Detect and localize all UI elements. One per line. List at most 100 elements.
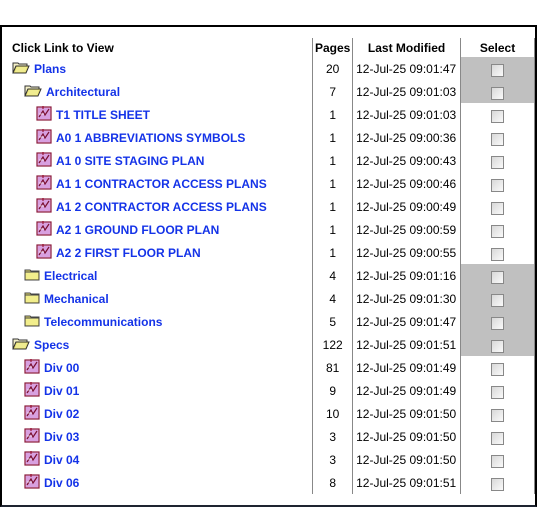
document-row: Div 04 3 12-Jul-25 09:01:50 (10, 448, 535, 471)
last-modified-cell: 12-Jul-25 09:01:03 (352, 80, 461, 103)
name-cell: Plans (10, 57, 313, 80)
pdf-file-icon (24, 381, 40, 400)
document-link[interactable]: Div 04 (44, 453, 79, 467)
select-cell (460, 172, 535, 195)
name-cell: Architectural (10, 80, 313, 103)
pdf-file-icon (36, 151, 52, 170)
select-checkbox[interactable] (491, 179, 504, 192)
document-link[interactable]: A0 1 ABBREVIATIONS SYMBOLS (56, 131, 245, 145)
select-cell (460, 241, 535, 264)
select-checkbox[interactable] (491, 455, 504, 468)
select-checkbox[interactable] (491, 363, 504, 376)
select-cell (460, 264, 535, 287)
select-cell (460, 379, 535, 402)
pdf-file-icon (36, 105, 52, 124)
name-cell: Div 01 (10, 379, 313, 402)
pages-cell: 20 (312, 57, 353, 80)
pages-cell: 1 (312, 195, 353, 218)
document-link[interactable]: A2 2 FIRST FLOOR PLAN (56, 246, 201, 260)
document-row: T1 TITLE SHEET 1 12-Jul-25 09:01:03 (10, 103, 535, 126)
pages-cell: 9 (312, 379, 353, 402)
document-link[interactable]: T1 TITLE SHEET (56, 108, 150, 122)
document-link[interactable]: Div 01 (44, 384, 79, 398)
pages-cell: 1 (312, 241, 353, 264)
select-checkbox[interactable] (491, 87, 504, 100)
header-row: Click Link to View Pages Last Modified S… (10, 38, 535, 57)
document-row: A0 1 ABBREVIATIONS SYMBOLS 1 12-Jul-25 0… (10, 126, 535, 149)
document-row: Div 03 3 12-Jul-25 09:01:50 (10, 425, 535, 448)
document-row: Div 01 9 12-Jul-25 09:01:49 (10, 379, 535, 402)
pages-cell: 1 (312, 149, 353, 172)
pdf-file-icon (36, 220, 52, 239)
folder-link[interactable]: Specs (34, 338, 69, 352)
folder-link[interactable]: Plans (34, 62, 66, 76)
select-checkbox[interactable] (491, 294, 504, 307)
select-cell (460, 425, 535, 448)
select-checkbox[interactable] (491, 340, 504, 353)
pages-cell: 3 (312, 448, 353, 471)
open-folder-icon (12, 61, 30, 77)
select-cell (460, 195, 535, 218)
folder-row: Mechanical 4 12-Jul-25 09:01:30 (10, 287, 535, 310)
document-row: Div 06 8 12-Jul-25 09:01:51 (10, 471, 535, 494)
last-modified-cell: 12-Jul-25 09:00:49 (352, 195, 461, 218)
select-checkbox[interactable] (491, 478, 504, 491)
last-modified-cell: 12-Jul-25 09:01:47 (352, 57, 461, 80)
document-link[interactable]: Div 00 (44, 361, 79, 375)
folder-row: Specs 122 12-Jul-25 09:01:51 (10, 333, 535, 356)
document-link[interactable]: A2 1 GROUND FLOOR PLAN (56, 223, 219, 237)
pages-cell: 5 (312, 310, 353, 333)
last-modified-cell: 12-Jul-25 09:01:16 (352, 264, 461, 287)
pages-cell: 7 (312, 80, 353, 103)
folder-icon (24, 268, 40, 284)
last-modified-cell: 12-Jul-25 09:01:51 (352, 333, 461, 356)
folder-link[interactable]: Electrical (44, 269, 97, 283)
select-cell (460, 356, 535, 379)
pages-cell: 1 (312, 218, 353, 241)
select-checkbox[interactable] (491, 271, 504, 284)
document-link[interactable]: Div 06 (44, 476, 79, 490)
open-folder-icon (12, 337, 30, 353)
select-checkbox[interactable] (491, 110, 504, 123)
pages-cell: 3 (312, 425, 353, 448)
folder-link[interactable]: Architectural (46, 85, 120, 99)
pages-cell: 1 (312, 126, 353, 149)
folder-link[interactable]: Mechanical (44, 292, 109, 306)
file-listing-frame: Click Link to View Pages Last Modified S… (0, 25, 537, 507)
select-checkbox[interactable] (491, 386, 504, 399)
document-link[interactable]: Div 03 (44, 430, 79, 444)
select-checkbox[interactable] (491, 432, 504, 445)
pdf-file-icon (36, 174, 52, 193)
document-link[interactable]: A1 2 CONTRACTOR ACCESS PLANS (56, 200, 267, 214)
pdf-file-icon (24, 404, 40, 423)
select-checkbox[interactable] (491, 248, 504, 261)
last-modified-cell: 12-Jul-25 09:00:59 (352, 218, 461, 241)
pages-cell: 122 (312, 333, 353, 356)
name-cell: Specs (10, 333, 313, 356)
folder-link[interactable]: Telecommunications (44, 315, 162, 329)
select-checkbox[interactable] (491, 133, 504, 146)
select-checkbox[interactable] (491, 225, 504, 238)
last-modified-cell: 12-Jul-25 09:00:46 (352, 172, 461, 195)
select-checkbox[interactable] (491, 64, 504, 77)
select-checkbox[interactable] (491, 202, 504, 215)
select-checkbox[interactable] (491, 317, 504, 330)
name-cell: Div 02 (10, 402, 313, 425)
document-row: Div 02 10 12-Jul-25 09:01:50 (10, 402, 535, 425)
pages-cell: 4 (312, 264, 353, 287)
select-cell (460, 80, 535, 103)
document-row: A2 1 GROUND FLOOR PLAN 1 12-Jul-25 09:00… (10, 218, 535, 241)
name-cell: A1 2 CONTRACTOR ACCESS PLANS (10, 195, 313, 218)
pdf-file-icon (36, 197, 52, 216)
pdf-file-icon (24, 450, 40, 469)
document-link[interactable]: A1 0 SITE STAGING PLAN (56, 154, 204, 168)
select-cell (460, 218, 535, 241)
folder-row: Electrical 4 12-Jul-25 09:01:16 (10, 264, 535, 287)
document-link[interactable]: A1 1 CONTRACTOR ACCESS PLANS (56, 177, 267, 191)
file-listing-table: Click Link to View Pages Last Modified S… (10, 38, 535, 494)
document-link[interactable]: Div 02 (44, 407, 79, 421)
column-header-name: Click Link to View (12, 40, 114, 55)
last-modified-cell: 12-Jul-25 09:01:49 (352, 379, 461, 402)
select-checkbox[interactable] (491, 409, 504, 422)
select-checkbox[interactable] (491, 156, 504, 169)
